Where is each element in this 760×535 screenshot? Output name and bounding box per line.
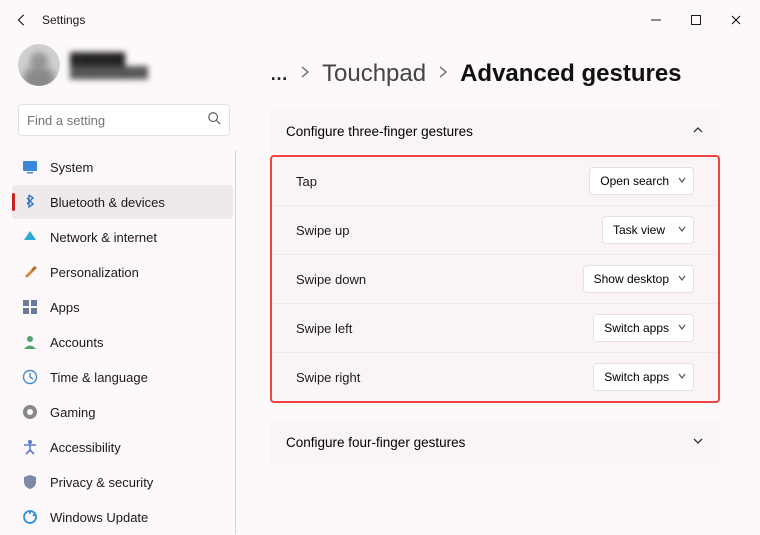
chevron-right-icon — [438, 65, 448, 83]
chevron-up-icon — [692, 124, 704, 139]
search-icon — [207, 111, 221, 130]
dropdown-value: Open search — [600, 174, 669, 188]
minimize-button[interactable] — [636, 4, 676, 36]
chevron-down-icon — [677, 223, 687, 237]
sidebar-item-label: Bluetooth & devices — [50, 195, 165, 210]
sidebar-item-system[interactable]: System — [12, 150, 233, 184]
main-content: … Touchpad Advanced gestures Configure t… — [248, 40, 760, 535]
maximize-button[interactable] — [676, 4, 716, 36]
brush-icon — [22, 264, 38, 280]
gesture-label: Swipe up — [296, 223, 349, 238]
clock-icon — [22, 369, 38, 385]
sidebar-item-apps[interactable]: Apps — [12, 290, 233, 324]
sidebar-item-label: Personalization — [50, 265, 139, 280]
dropdown-value: Task view — [613, 223, 665, 237]
gamepad-icon — [22, 404, 38, 420]
dropdown-value: Switch apps — [604, 370, 669, 384]
user-name: ██████ — [70, 52, 148, 67]
gesture-dropdown[interactable]: Switch apps — [593, 363, 694, 391]
user-strip[interactable]: ██████ ██████████ — [12, 40, 236, 98]
breadcrumb: … Touchpad Advanced gestures — [270, 60, 720, 88]
sidebar-item-label: Accounts — [50, 335, 103, 350]
sidebar-item-label: System — [50, 160, 93, 175]
sidebar-item-label: Windows Update — [50, 510, 148, 525]
section-three-finger-body: Tap Open search Swipe up Task view Swipe… — [270, 155, 720, 403]
sidebar-item-personalization[interactable]: Personalization — [12, 255, 233, 289]
sidebar-item-label: Network & internet — [50, 230, 157, 245]
gesture-label: Swipe down — [296, 272, 366, 287]
gesture-label: Swipe right — [296, 370, 360, 385]
chevron-down-icon — [692, 435, 704, 450]
sidebar-item-label: Apps — [50, 300, 80, 315]
sidebar-item-label: Accessibility — [50, 440, 121, 455]
breadcrumb-ellipsis[interactable]: … — [270, 64, 288, 85]
chevron-right-icon — [300, 65, 310, 83]
sidebar-item-accounts[interactable]: Accounts — [12, 325, 233, 359]
search-input[interactable] — [27, 113, 207, 128]
chevron-down-icon — [677, 370, 687, 384]
gesture-dropdown[interactable]: Show desktop — [583, 265, 694, 293]
update-icon — [22, 509, 38, 525]
person-icon — [22, 334, 38, 350]
access-icon — [22, 439, 38, 455]
section-three-finger-header[interactable]: Configure three-finger gestures — [270, 110, 720, 153]
search-box[interactable] — [18, 104, 230, 136]
sidebar-item-network-internet[interactable]: Network & internet — [12, 220, 233, 254]
gesture-dropdown[interactable]: Open search — [589, 167, 694, 195]
gesture-label: Swipe left — [296, 321, 352, 336]
section-title: Configure four-finger gestures — [286, 435, 465, 450]
gesture-row: Swipe down Show desktop — [272, 254, 718, 303]
sidebar: ██████ ██████████ System Bluetooth & devi… — [0, 40, 248, 535]
app-title: Settings — [42, 13, 85, 27]
display-icon — [22, 159, 38, 175]
dropdown-value: Show desktop — [594, 272, 669, 286]
gesture-label: Tap — [296, 174, 317, 189]
gesture-row: Swipe up Task view — [272, 205, 718, 254]
sidebar-item-time-language[interactable]: Time & language — [12, 360, 233, 394]
chevron-down-icon — [677, 174, 687, 188]
wifi-icon — [22, 229, 38, 245]
sidebar-item-gaming[interactable]: Gaming — [12, 395, 233, 429]
sidebar-item-bluetooth-devices[interactable]: Bluetooth & devices — [12, 185, 233, 219]
user-email: ██████████ — [70, 67, 148, 79]
breadcrumb-parent[interactable]: Touchpad — [322, 60, 426, 88]
sidebar-item-privacy-security[interactable]: Privacy & security — [12, 465, 233, 499]
sidebar-item-label: Gaming — [50, 405, 96, 420]
titlebar: Settings — [0, 0, 760, 40]
shield-icon — [22, 474, 38, 490]
gesture-row: Tap Open search — [272, 157, 718, 205]
sidebar-nav: System Bluetooth & devices Network & inter… — [12, 150, 236, 534]
sidebar-item-windows-update[interactable]: Windows Update — [12, 500, 233, 534]
chevron-down-icon — [677, 272, 687, 286]
page-title: Advanced gestures — [460, 60, 681, 88]
gesture-row: Swipe right Switch apps — [272, 352, 718, 401]
window-controls — [636, 4, 756, 36]
back-button[interactable] — [14, 12, 30, 28]
sidebar-item-accessibility[interactable]: Accessibility — [12, 430, 233, 464]
bluetooth-icon — [22, 194, 38, 210]
chevron-down-icon — [677, 321, 687, 335]
gesture-dropdown[interactable]: Task view — [602, 216, 694, 244]
grid-icon — [22, 299, 38, 315]
section-title: Configure three-finger gestures — [286, 124, 473, 139]
gesture-dropdown[interactable]: Switch apps — [593, 314, 694, 342]
close-button[interactable] — [716, 4, 756, 36]
dropdown-value: Switch apps — [604, 321, 669, 335]
section-four-finger-header[interactable]: Configure four-finger gestures — [270, 421, 720, 464]
sidebar-item-label: Privacy & security — [50, 475, 153, 490]
avatar — [18, 44, 60, 86]
gesture-row: Swipe left Switch apps — [272, 303, 718, 352]
sidebar-item-label: Time & language — [50, 370, 148, 385]
